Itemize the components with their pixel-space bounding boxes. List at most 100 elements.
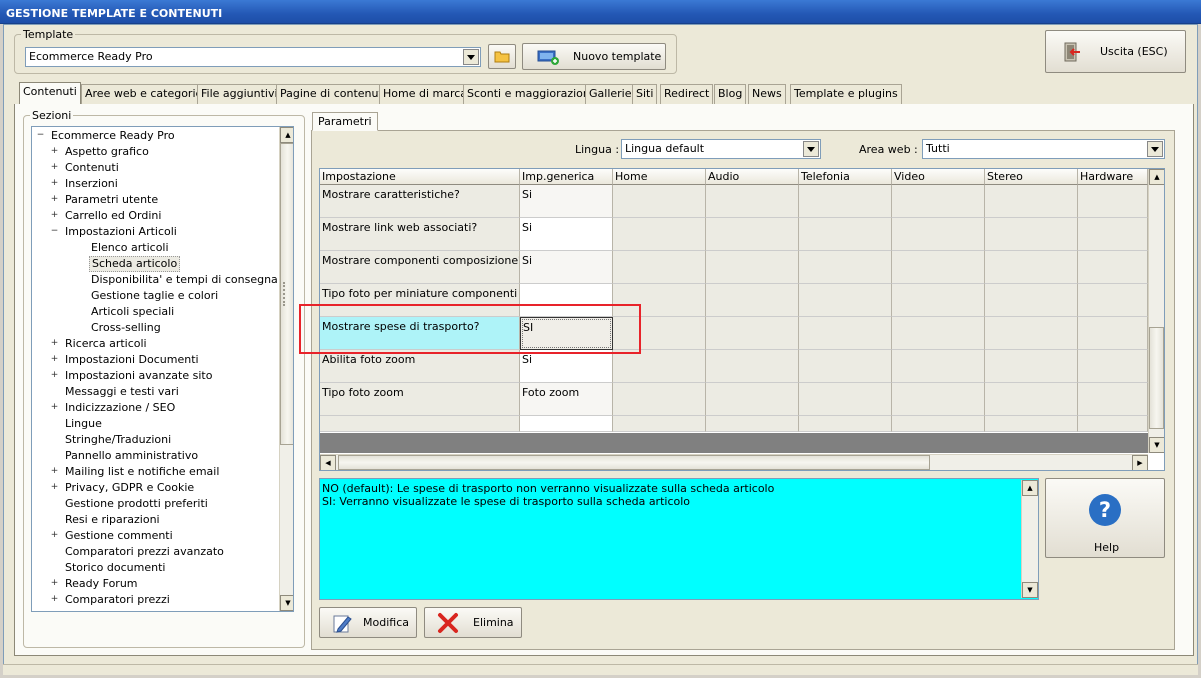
- area-value-cell[interactable]: [799, 383, 892, 416]
- open-folder-button[interactable]: [488, 44, 516, 69]
- scroll-thumb[interactable]: [338, 455, 930, 470]
- tab-gallerie[interactable]: Gallerie: [585, 84, 636, 104]
- area-value-cell[interactable]: [892, 317, 985, 350]
- expand-icon[interactable]: +: [50, 163, 59, 172]
- area-value-cell[interactable]: [799, 218, 892, 251]
- expand-icon[interactable]: +: [50, 483, 59, 492]
- template-select[interactable]: Ecommerce Ready Pro: [25, 47, 481, 67]
- area-value-cell[interactable]: [985, 416, 1078, 432]
- area-value-cell[interactable]: [1078, 185, 1148, 218]
- expand-icon[interactable]: +: [50, 531, 59, 540]
- splitter-grip[interactable]: [283, 282, 287, 306]
- column-header[interactable]: Home: [613, 169, 706, 185]
- setting-value-cell[interactable]: [520, 416, 613, 432]
- setting-name-cell[interactable]: Mostrare caratteristiche?: [320, 185, 520, 218]
- area-value-cell[interactable]: [892, 185, 985, 218]
- column-header[interactable]: Impostazione: [320, 169, 520, 185]
- area-value-cell[interactable]: [613, 218, 706, 251]
- area-value-cell[interactable]: [613, 383, 706, 416]
- tab-siti[interactable]: Siti: [632, 84, 658, 104]
- chevron-down-icon[interactable]: [1147, 141, 1163, 157]
- setting-name-cell[interactable]: Mostrare link web associati?: [320, 218, 520, 251]
- area-value-cell[interactable]: [799, 317, 892, 350]
- column-header[interactable]: Audio: [706, 169, 799, 185]
- scroll-up-button[interactable]: ▲: [280, 127, 293, 143]
- area-value-cell[interactable]: [892, 383, 985, 416]
- setting-value-cell[interactable]: Si: [520, 350, 613, 383]
- tree-scrollbar[interactable]: ▲ ▼: [279, 127, 293, 611]
- area-value-cell[interactable]: [985, 185, 1078, 218]
- area-value-cell[interactable]: [892, 251, 985, 284]
- setting-name-cell[interactable]: [320, 416, 520, 432]
- sections-tree[interactable]: − Ecommerce Ready Pro + Aspetto grafico + Con…: [31, 126, 294, 612]
- area-value-cell[interactable]: [706, 251, 799, 284]
- area-value-cell[interactable]: [799, 284, 892, 317]
- collapse-icon[interactable]: −: [50, 227, 59, 236]
- tab-parametri[interactable]: Parametri: [312, 112, 378, 131]
- area-value-cell[interactable]: [892, 284, 985, 317]
- area-value-cell[interactable]: [799, 416, 892, 432]
- area-value-cell[interactable]: [892, 218, 985, 251]
- column-header[interactable]: Video: [892, 169, 985, 185]
- area-value-cell[interactable]: [1078, 350, 1148, 383]
- area-value-cell[interactable]: [1078, 416, 1148, 432]
- area-value-cell[interactable]: [706, 416, 799, 432]
- column-header[interactable]: Stereo: [985, 169, 1078, 185]
- area-value-cell[interactable]: [985, 251, 1078, 284]
- area-value-cell[interactable]: [985, 383, 1078, 416]
- tab-news[interactable]: News: [748, 84, 786, 104]
- tab-aree-web[interactable]: Aree web e categorie: [81, 84, 207, 104]
- setting-value-cell[interactable]: Si: [520, 218, 613, 251]
- delete-button[interactable]: Elimina: [424, 607, 522, 638]
- expand-icon[interactable]: +: [50, 179, 59, 188]
- expand-icon[interactable]: +: [50, 355, 59, 364]
- expand-icon[interactable]: +: [50, 195, 59, 204]
- area-value-cell[interactable]: [799, 251, 892, 284]
- setting-name-cell[interactable]: Mostrare componenti composizione?: [320, 251, 520, 284]
- grid-hscrollbar[interactable]: ◀ ▶: [320, 454, 1148, 470]
- area-value-cell[interactable]: [706, 383, 799, 416]
- area-value-cell[interactable]: [985, 218, 1078, 251]
- tab-template-plugins[interactable]: Template e plugins: [790, 84, 902, 104]
- expand-icon[interactable]: +: [50, 339, 59, 348]
- expand-icon[interactable]: +: [50, 595, 59, 604]
- area-value-cell[interactable]: [706, 284, 799, 317]
- tab-redirect[interactable]: Redirect: [660, 84, 714, 104]
- area-value-cell[interactable]: [985, 284, 1078, 317]
- scroll-thumb[interactable]: [1149, 327, 1164, 429]
- area-value-cell[interactable]: [613, 350, 706, 383]
- area-value-cell[interactable]: [892, 416, 985, 432]
- area-value-cell[interactable]: [1078, 284, 1148, 317]
- area-value-cell[interactable]: [799, 185, 892, 218]
- scroll-down-button[interactable]: ▼: [1149, 437, 1164, 453]
- tab-sconti[interactable]: Sconti e maggiorazioni: [463, 84, 597, 104]
- area-value-cell[interactable]: [613, 185, 706, 218]
- setting-value-cell[interactable]: Si: [520, 251, 613, 284]
- chevron-down-icon[interactable]: [803, 141, 819, 157]
- area-value-cell[interactable]: [613, 416, 706, 432]
- help-scrollbar[interactable]: ▲ ▼: [1021, 480, 1038, 598]
- tab-pagine-contenuti[interactable]: Pagine di contenuti: [276, 84, 390, 104]
- column-header[interactable]: Telefonia: [799, 169, 892, 185]
- area-value-cell[interactable]: [1078, 383, 1148, 416]
- tab-file-aggiuntivi[interactable]: File aggiuntivi: [197, 84, 282, 104]
- tab-blog[interactable]: Blog: [714, 84, 747, 104]
- tab-home-marca[interactable]: Home di marca: [379, 84, 472, 104]
- scroll-down-button[interactable]: ▼: [280, 595, 293, 611]
- modify-button[interactable]: Modifica: [319, 607, 417, 638]
- area-value-cell[interactable]: [985, 350, 1078, 383]
- expand-icon[interactable]: +: [50, 467, 59, 476]
- area-value-cell[interactable]: [706, 185, 799, 218]
- expand-icon[interactable]: +: [50, 371, 59, 380]
- area-value-cell[interactable]: [1078, 251, 1148, 284]
- area-value-cell[interactable]: [706, 317, 799, 350]
- setting-name-cell[interactable]: Tipo foto zoom: [320, 383, 520, 416]
- expand-icon[interactable]: +: [50, 147, 59, 156]
- collapse-icon[interactable]: −: [36, 131, 45, 140]
- scroll-up-button[interactable]: ▲: [1149, 169, 1164, 185]
- scroll-up-button[interactable]: ▲: [1022, 480, 1038, 496]
- setting-value-cell[interactable]: Si: [520, 185, 613, 218]
- setting-value-cell[interactable]: Foto zoom: [520, 383, 613, 416]
- scroll-right-button[interactable]: ▶: [1132, 455, 1148, 470]
- tab-contenuti[interactable]: Contenuti: [19, 82, 81, 104]
